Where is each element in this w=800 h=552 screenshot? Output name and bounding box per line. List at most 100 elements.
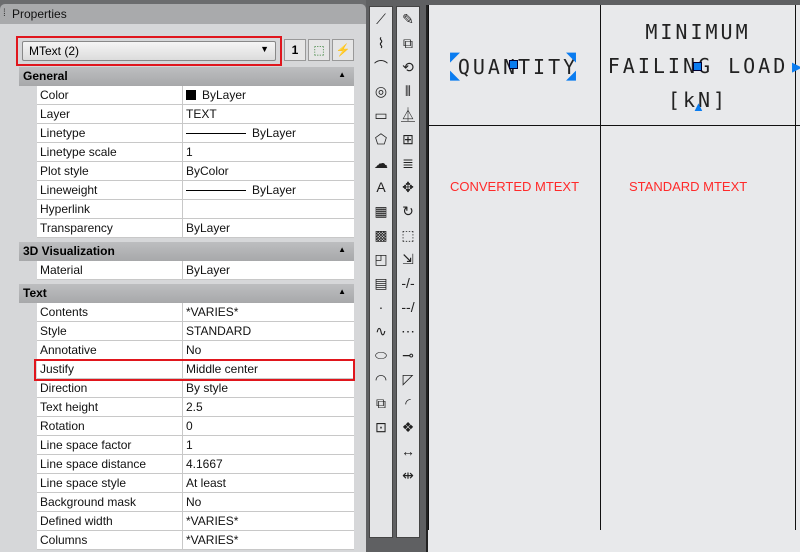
property-row[interactable]: Lineweight ByLayer [19, 181, 354, 200]
property-value[interactable]: 1 [183, 143, 354, 162]
drawing-canvas[interactable]: QUANTITY MINIMUM FAILING LOAD [kN] ◤ ◣ ◥… [426, 5, 800, 552]
chamfer-icon[interactable]: ◸ [397, 367, 419, 391]
palette-title-bar[interactable]: ⁞ Properties [0, 4, 366, 24]
arrow-grip-icon[interactable]: ◢ [566, 67, 576, 83]
property-row[interactable]: Text height 2.5 [19, 398, 354, 417]
property-value[interactable]: ByLayer [183, 86, 354, 105]
property-row[interactable]: Line space style At least [19, 474, 354, 493]
section-header-general[interactable]: General ▲ [19, 67, 354, 86]
block-icon[interactable]: ⧉ [370, 391, 392, 415]
property-value[interactable]: By style [183, 379, 354, 398]
move-icon[interactable]: ✥ [397, 175, 419, 199]
break-icon[interactable]: ⋯ [397, 319, 419, 343]
property-value[interactable]: *VARIES* [183, 303, 354, 322]
arc-icon[interactable]: ⌒ [370, 55, 392, 79]
grip-handle[interactable] [693, 62, 702, 71]
property-row[interactable]: Defined width *VARIES* [19, 512, 354, 531]
property-value[interactable]: 4.1667 [183, 455, 354, 474]
arrow-grip-icon[interactable]: ▶ [792, 59, 800, 75]
arrow-grip-icon[interactable]: ◥ [566, 49, 576, 65]
property-value[interactable]: No [183, 341, 354, 360]
region-icon[interactable]: ◰ [370, 247, 392, 271]
hatch-icon[interactable]: ▦ [370, 199, 392, 223]
arrow-grip-icon[interactable]: ▲ [692, 99, 705, 114]
property-row[interactable]: Transparency ByLayer [19, 219, 354, 238]
property-value[interactable]: *VARIES* [183, 531, 354, 550]
join-icon[interactable]: ⊸ [397, 343, 419, 367]
explode-icon[interactable]: ❖ [397, 415, 419, 439]
ellipse-icon[interactable]: ⬭ [370, 343, 392, 367]
spline-icon[interactable]: ∿ [370, 319, 392, 343]
property-value[interactable]: At least [183, 474, 354, 493]
select-objects-button[interactable]: ⬚ [308, 39, 330, 61]
property-value[interactable]: No [183, 493, 354, 512]
property-row[interactable]: Style STANDARD [19, 322, 354, 341]
property-value[interactable]: STANDARD [183, 322, 354, 341]
array-icon[interactable]: ⊞ [397, 127, 419, 151]
property-row[interactable]: Annotative No [19, 341, 354, 360]
property-row[interactable]: Layer TEXT [19, 105, 354, 124]
property-row[interactable]: Linetype ByLayer [19, 124, 354, 143]
trim-icon[interactable]: -/- [397, 271, 419, 295]
property-row[interactable]: Direction By style [19, 379, 354, 398]
arrow-grip-icon[interactable]: ◣ [450, 67, 460, 83]
property-row[interactable]: Plot style ByColor [19, 162, 354, 181]
offset-icon[interactable]: ⫴ [397, 79, 419, 103]
mirror-icon[interactable]: ⏅ [397, 103, 419, 127]
grip-handle[interactable] [509, 60, 518, 69]
property-row[interactable]: Material ByLayer [19, 261, 354, 280]
mtext-edit-icon[interactable]: ≣ [397, 151, 419, 175]
point-icon[interactable]: · [370, 295, 392, 319]
stretch-icon[interactable]: ⇲ [397, 247, 419, 271]
property-row[interactable]: Hyperlink [19, 200, 354, 219]
circle-icon[interactable]: ◎ [370, 79, 392, 103]
gradient-icon[interactable]: ▩ [370, 223, 392, 247]
property-value[interactable]: 1 [183, 436, 354, 455]
collapse-icon[interactable]: ▲ [338, 245, 346, 254]
section-header-3d-visualization[interactable]: 3D Visualization ▲ [19, 242, 354, 261]
scale-icon[interactable]: ⬚ [397, 223, 419, 247]
property-value[interactable]: 0 [183, 417, 354, 436]
polygon-icon[interactable]: ⬠ [370, 127, 392, 151]
property-value[interactable] [183, 200, 354, 219]
copy-rotate-icon[interactable]: ⟲ [397, 55, 419, 79]
property-value[interactable]: *VARIES* [183, 512, 354, 531]
rotate-icon[interactable]: ↻ [397, 199, 419, 223]
insert-icon[interactable]: ⊡ [370, 415, 392, 439]
fillet-icon[interactable]: ◜ [397, 391, 419, 415]
table-icon[interactable]: ▤ [370, 271, 392, 295]
copy-icon[interactable]: ⧉ [397, 31, 419, 55]
text-icon[interactable]: A [370, 175, 392, 199]
property-row[interactable]: Line space distance 4.1667 [19, 455, 354, 474]
property-value[interactable]: TEXT [183, 105, 354, 124]
erase-icon[interactable]: ✎ [397, 7, 419, 31]
rectangle-icon[interactable]: ▭ [370, 103, 392, 127]
property-value[interactable]: ByLayer [183, 124, 354, 143]
property-value[interactable]: 2.5 [183, 398, 354, 417]
line-icon[interactable]: ⟋ [370, 7, 392, 31]
polyline-icon[interactable]: ⌇ [370, 31, 392, 55]
property-value[interactable]: ByLayer [183, 261, 354, 280]
ellipse-arc-icon[interactable]: ◠ [370, 367, 392, 391]
converted-mtext-label[interactable]: CONVERTED MTEXT [450, 179, 579, 194]
dimension-icon[interactable]: ↔ [397, 439, 419, 463]
property-row[interactable]: Line space factor 1 [19, 436, 354, 455]
property-row[interactable]: Contents *VARIES* [19, 303, 354, 322]
collapse-icon[interactable]: ▲ [338, 287, 346, 296]
dim-continue-icon[interactable]: ⇹ [397, 463, 419, 487]
extend-icon[interactable]: --/ [397, 295, 419, 319]
property-row[interactable]: Rotation 0 [19, 417, 354, 436]
arrow-grip-icon[interactable]: ◤ [450, 49, 460, 65]
revcloud-icon[interactable]: ☁ [370, 151, 392, 175]
quick-select-button[interactable]: ⚡ [332, 39, 354, 61]
standard-mtext-label[interactable]: STANDARD MTEXT [629, 179, 747, 194]
property-row[interactable]: Columns *VARIES* [19, 531, 354, 550]
section-header-text[interactable]: Text ▲ [19, 284, 354, 303]
property-row[interactable]: Background mask No [19, 493, 354, 512]
property-row[interactable]: Color ByLayer [19, 86, 354, 105]
property-value[interactable]: ByLayer [183, 181, 354, 200]
toggle-pickadd-button[interactable]: 1 [284, 39, 306, 61]
property-row[interactable]: Linetype scale 1 [19, 143, 354, 162]
property-value[interactable]: ByColor [183, 162, 354, 181]
collapse-icon[interactable]: ▲ [338, 70, 346, 79]
